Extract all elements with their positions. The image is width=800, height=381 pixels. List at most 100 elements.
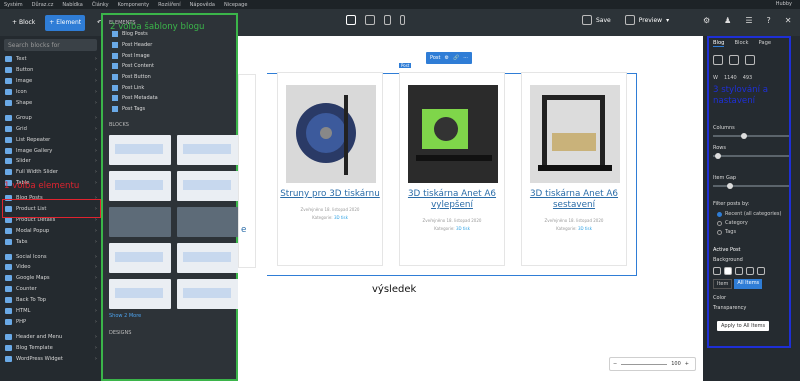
blog-element-item[interactable]: Post Button	[103, 72, 236, 83]
block-thumbnail[interactable]	[109, 206, 171, 237]
phone-view-icon[interactable]	[400, 15, 405, 25]
blocks-header: BLOCKS	[109, 121, 129, 128]
element-item-list-repeater[interactable]: List Repeater ›	[0, 134, 101, 145]
topbar-item[interactable]: Nápověda	[190, 2, 215, 8]
topbar-item[interactable]: Články	[92, 2, 109, 8]
topbar-item-nicepage[interactable]: Nicepage	[224, 2, 247, 8]
tablet-view-icon[interactable]	[384, 15, 391, 25]
preview-button[interactable]: Preview	[639, 17, 662, 24]
element-item-image[interactable]: Image ›	[0, 76, 101, 87]
element-item-button[interactable]: Button ›	[0, 65, 101, 76]
post-title[interactable]: 3D tiskárna Anet A6 vylepšení	[400, 189, 504, 211]
laptop-view-icon[interactable]	[365, 15, 375, 25]
post-image[interactable]	[408, 85, 498, 183]
chevron-right-icon: ›	[94, 180, 97, 187]
block-thumbnail[interactable]	[109, 242, 171, 273]
add-block-button[interactable]: + Block	[8, 15, 39, 31]
blog-element-item[interactable]: Post Metadata	[103, 93, 236, 104]
element-item-slider[interactable]: Slider ›	[0, 156, 101, 167]
preview-icon[interactable]	[624, 15, 635, 25]
block-thumbnail[interactable]	[177, 206, 239, 237]
topbar-item[interactable]: Systém	[4, 2, 23, 8]
blog-element-item[interactable]: Post Link	[103, 82, 236, 93]
post-meta: Zveřejněno 18. listopad 2020 Kategorie: …	[400, 217, 504, 233]
element-item-social-icons[interactable]: Social Icons ›	[0, 251, 101, 262]
page-canvas[interactable]: e Post ⚙ 🔗 ⋯ Post Struny pro 3D tiskárnu…	[238, 36, 703, 381]
element-item-label: List Repeater	[16, 136, 51, 143]
topbar-item[interactable]: Důraz.cz	[32, 2, 54, 8]
element-item-google-maps[interactable]: Google Maps ›	[0, 273, 101, 284]
more-icon[interactable]: ⋯	[463, 55, 468, 61]
topbar-item[interactable]: Nabídka	[62, 2, 82, 8]
post-card[interactable]: 3D tiskárna Anet A6 vylepšení Zveřejněno…	[399, 72, 505, 266]
save-button[interactable]: Save	[596, 17, 611, 24]
close-icon[interactable]: ✕	[785, 16, 792, 25]
category-link[interactable]: 3D tisk	[456, 226, 470, 231]
gear-icon[interactable]: ⚙	[703, 16, 710, 25]
post-card[interactable]: 3D tiskárna Anet A6 sestavení Zveřejněno…	[521, 72, 627, 266]
post-date: Zveřejněno 18. listopad 2020	[544, 218, 604, 223]
element-item-blog-template[interactable]: Blog Template ›	[0, 342, 101, 353]
element-type-icon	[5, 238, 12, 245]
category-link[interactable]: 3D tisk	[578, 226, 592, 231]
post-image[interactable]	[286, 85, 376, 183]
zoom-slider[interactable]	[621, 363, 668, 365]
element-item-back-to-top[interactable]: Back To Top ›	[0, 295, 101, 306]
post-card[interactable]: Struny pro 3D tiskárnu Zveřejněno 18. li…	[277, 72, 383, 266]
element-item-modal-popup[interactable]: Modal Popup ›	[0, 225, 101, 236]
zoom-out-icon[interactable]: −	[613, 361, 617, 367]
block-thumbnail[interactable]	[177, 278, 239, 309]
post-title[interactable]: 3D tiskárna Anet A6 sestavení	[522, 189, 626, 211]
zoom-in-icon[interactable]: +	[685, 361, 689, 367]
element-item-image-gallery[interactable]: Image Gallery ›	[0, 145, 101, 156]
annotation-template-choice: 2 volba šablony blogu	[110, 22, 205, 32]
help-icon[interactable]: ?	[767, 16, 771, 25]
chevron-down-icon[interactable]: ▾	[666, 17, 669, 24]
save-icon[interactable]	[582, 15, 592, 25]
block-thumbnail[interactable]	[109, 134, 171, 165]
user-menu[interactable]: Hubby	[776, 1, 792, 7]
element-item-label: Header and Menu	[16, 333, 63, 340]
search-input[interactable]: Search blocks for	[4, 39, 97, 51]
element-item-tabs[interactable]: Tabs ›	[0, 236, 101, 247]
chevron-right-icon: ›	[94, 78, 97, 85]
post-title[interactable]: Struny pro 3D tiskárnu	[278, 189, 382, 200]
layers-icon[interactable]: ☰	[745, 16, 752, 25]
element-item-grid[interactable]: Grid ›	[0, 123, 101, 134]
chevron-right-icon: ›	[94, 67, 97, 74]
blog-element-item[interactable]: Post Image	[103, 50, 236, 61]
show-more-link[interactable]: Show 2 More	[103, 313, 236, 319]
element-item-group[interactable]: Group ›	[0, 112, 101, 123]
category-prefix: Kategorie:	[556, 226, 577, 231]
blog-element-item[interactable]: Post Content	[103, 61, 236, 72]
blog-element-item[interactable]: Post Header	[103, 40, 236, 51]
element-item-html[interactable]: HTML ›	[0, 306, 101, 317]
element-item-video[interactable]: Video ›	[0, 262, 101, 273]
block-thumbnail[interactable]	[177, 134, 239, 165]
element-item-text[interactable]: Text ›	[0, 54, 101, 65]
element-item-shape[interactable]: Shape ›	[0, 98, 101, 109]
desktop-view-icon[interactable]	[346, 15, 356, 25]
element-item-header-and-menu[interactable]: Header and Menu ›	[0, 331, 101, 342]
user-icon[interactable]: ♟	[724, 16, 731, 25]
element-item-counter[interactable]: Counter ›	[0, 284, 101, 295]
block-thumbnail[interactable]	[177, 170, 239, 201]
topbar-item[interactable]: Rozšíření	[158, 2, 181, 8]
settings-icon[interactable]: ⚙	[444, 55, 448, 61]
block-thumbnail[interactable]	[177, 242, 239, 273]
element-item-wordpress-widget[interactable]: WordPress Widget ›	[0, 353, 101, 364]
link-icon[interactable]: 🔗	[453, 55, 459, 61]
blog-element-item[interactable]: Post Tags	[103, 104, 236, 115]
topbar-item[interactable]: Komponenty	[118, 2, 150, 8]
add-element-button[interactable]: + Element	[45, 14, 86, 31]
block-thumbnail[interactable]	[109, 278, 171, 309]
category-link[interactable]: 3D tisk	[334, 215, 348, 220]
post-image[interactable]	[530, 85, 620, 183]
element-item-php[interactable]: PHP ›	[0, 316, 101, 327]
element-item-full-width-slider[interactable]: Full Width Slider ›	[0, 167, 101, 178]
post-control-badge[interactable]: Post ⚙ 🔗 ⋯	[426, 52, 473, 64]
element-item-icon[interactable]: Icon ›	[0, 87, 101, 98]
block-thumbnail[interactable]	[109, 170, 171, 201]
post-category: Kategorie: 3D tisk	[400, 225, 504, 233]
chevron-right-icon: ›	[94, 308, 97, 315]
